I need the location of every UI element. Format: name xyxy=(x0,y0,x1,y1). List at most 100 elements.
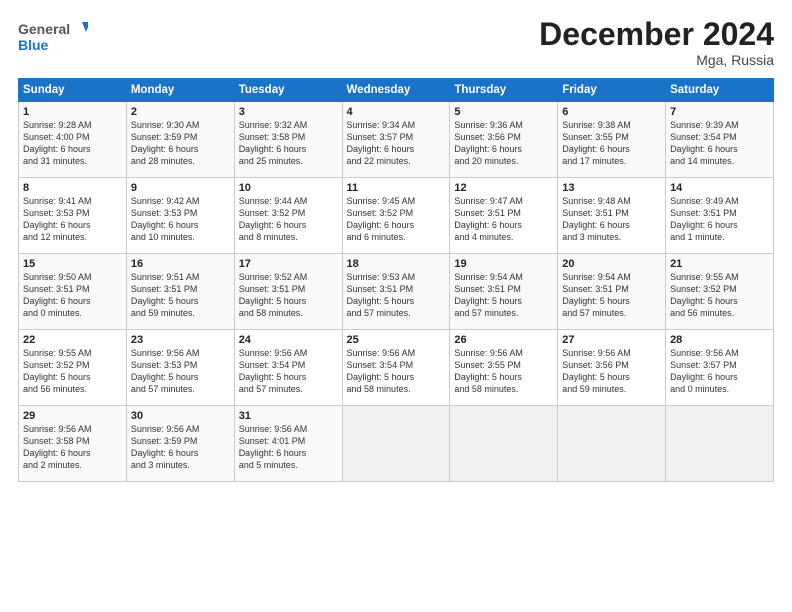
calendar-day-cell: 19Sunrise: 9:54 AM Sunset: 3:51 PM Dayli… xyxy=(450,254,558,330)
day-number: 8 xyxy=(23,182,122,194)
day-number: 2 xyxy=(131,106,230,118)
day-number: 19 xyxy=(454,258,553,270)
weekday-header-cell: Sunday xyxy=(19,79,127,102)
day-info: Sunrise: 9:56 AM Sunset: 3:57 PM Dayligh… xyxy=(670,347,769,396)
day-number: 13 xyxy=(562,182,661,194)
calendar-day-cell: 10Sunrise: 9:44 AM Sunset: 3:52 PM Dayli… xyxy=(234,178,342,254)
day-number: 24 xyxy=(239,334,338,346)
day-info: Sunrise: 9:56 AM Sunset: 3:54 PM Dayligh… xyxy=(239,347,338,396)
day-number: 28 xyxy=(670,334,769,346)
calendar-day-cell: 30Sunrise: 9:56 AM Sunset: 3:59 PM Dayli… xyxy=(126,406,234,482)
calendar-day-cell xyxy=(342,406,450,482)
day-info: Sunrise: 9:44 AM Sunset: 3:52 PM Dayligh… xyxy=(239,195,338,244)
calendar-week-row: 22Sunrise: 9:55 AM Sunset: 3:52 PM Dayli… xyxy=(19,330,774,406)
weekday-header-cell: Tuesday xyxy=(234,79,342,102)
day-number: 14 xyxy=(670,182,769,194)
day-number: 21 xyxy=(670,258,769,270)
day-info: Sunrise: 9:52 AM Sunset: 3:51 PM Dayligh… xyxy=(239,271,338,320)
day-info: Sunrise: 9:32 AM Sunset: 3:58 PM Dayligh… xyxy=(239,119,338,168)
day-info: Sunrise: 9:36 AM Sunset: 3:56 PM Dayligh… xyxy=(454,119,553,168)
calendar-day-cell: 23Sunrise: 9:56 AM Sunset: 3:53 PM Dayli… xyxy=(126,330,234,406)
day-number: 5 xyxy=(454,106,553,118)
day-number: 26 xyxy=(454,334,553,346)
day-info: Sunrise: 9:56 AM Sunset: 3:59 PM Dayligh… xyxy=(131,423,230,472)
day-info: Sunrise: 9:48 AM Sunset: 3:51 PM Dayligh… xyxy=(562,195,661,244)
day-info: Sunrise: 9:56 AM Sunset: 3:53 PM Dayligh… xyxy=(131,347,230,396)
calendar-day-cell: 21Sunrise: 9:55 AM Sunset: 3:52 PM Dayli… xyxy=(666,254,774,330)
svg-text:Blue: Blue xyxy=(18,37,49,53)
day-number: 23 xyxy=(131,334,230,346)
calendar-day-cell: 2Sunrise: 9:30 AM Sunset: 3:59 PM Daylig… xyxy=(126,102,234,178)
calendar-day-cell: 27Sunrise: 9:56 AM Sunset: 3:56 PM Dayli… xyxy=(558,330,666,406)
day-number: 10 xyxy=(239,182,338,194)
calendar-day-cell: 3Sunrise: 9:32 AM Sunset: 3:58 PM Daylig… xyxy=(234,102,342,178)
day-number: 20 xyxy=(562,258,661,270)
weekday-header-row: SundayMondayTuesdayWednesdayThursdayFrid… xyxy=(19,79,774,102)
calendar-day-cell: 25Sunrise: 9:56 AM Sunset: 3:54 PM Dayli… xyxy=(342,330,450,406)
day-number: 17 xyxy=(239,258,338,270)
logo: General Blue xyxy=(18,18,88,56)
calendar-week-row: 29Sunrise: 9:56 AM Sunset: 3:58 PM Dayli… xyxy=(19,406,774,482)
day-number: 27 xyxy=(562,334,661,346)
day-info: Sunrise: 9:30 AM Sunset: 3:59 PM Dayligh… xyxy=(131,119,230,168)
day-info: Sunrise: 9:54 AM Sunset: 3:51 PM Dayligh… xyxy=(454,271,553,320)
day-number: 4 xyxy=(347,106,446,118)
calendar-day-cell: 9Sunrise: 9:42 AM Sunset: 3:53 PM Daylig… xyxy=(126,178,234,254)
calendar-day-cell: 11Sunrise: 9:45 AM Sunset: 3:52 PM Dayli… xyxy=(342,178,450,254)
day-info: Sunrise: 9:28 AM Sunset: 4:00 PM Dayligh… xyxy=(23,119,122,168)
day-info: Sunrise: 9:54 AM Sunset: 3:51 PM Dayligh… xyxy=(562,271,661,320)
calendar-table: SundayMondayTuesdayWednesdayThursdayFrid… xyxy=(18,78,774,482)
day-number: 15 xyxy=(23,258,122,270)
day-number: 7 xyxy=(670,106,769,118)
day-number: 11 xyxy=(347,182,446,194)
calendar-week-row: 15Sunrise: 9:50 AM Sunset: 3:51 PM Dayli… xyxy=(19,254,774,330)
day-number: 22 xyxy=(23,334,122,346)
day-info: Sunrise: 9:56 AM Sunset: 4:01 PM Dayligh… xyxy=(239,423,338,472)
day-number: 18 xyxy=(347,258,446,270)
calendar-day-cell xyxy=(450,406,558,482)
day-info: Sunrise: 9:47 AM Sunset: 3:51 PM Dayligh… xyxy=(454,195,553,244)
header: General Blue December 2024 Mga, Russia xyxy=(18,18,774,68)
day-number: 16 xyxy=(131,258,230,270)
calendar-page: General Blue December 2024 Mga, Russia S… xyxy=(0,0,792,612)
weekday-header-cell: Wednesday xyxy=(342,79,450,102)
calendar-week-row: 8Sunrise: 9:41 AM Sunset: 3:53 PM Daylig… xyxy=(19,178,774,254)
day-info: Sunrise: 9:56 AM Sunset: 3:55 PM Dayligh… xyxy=(454,347,553,396)
day-number: 1 xyxy=(23,106,122,118)
title-area: December 2024 Mga, Russia xyxy=(539,18,774,68)
day-info: Sunrise: 9:45 AM Sunset: 3:52 PM Dayligh… xyxy=(347,195,446,244)
day-info: Sunrise: 9:55 AM Sunset: 3:52 PM Dayligh… xyxy=(23,347,122,396)
calendar-day-cell: 15Sunrise: 9:50 AM Sunset: 3:51 PM Dayli… xyxy=(19,254,127,330)
logo-svg: General Blue xyxy=(18,18,88,56)
day-info: Sunrise: 9:39 AM Sunset: 3:54 PM Dayligh… xyxy=(670,119,769,168)
day-number: 25 xyxy=(347,334,446,346)
day-number: 30 xyxy=(131,410,230,422)
day-number: 29 xyxy=(23,410,122,422)
day-info: Sunrise: 9:38 AM Sunset: 3:55 PM Dayligh… xyxy=(562,119,661,168)
calendar-day-cell xyxy=(558,406,666,482)
day-number: 3 xyxy=(239,106,338,118)
calendar-day-cell: 31Sunrise: 9:56 AM Sunset: 4:01 PM Dayli… xyxy=(234,406,342,482)
calendar-day-cell: 12Sunrise: 9:47 AM Sunset: 3:51 PM Dayli… xyxy=(450,178,558,254)
calendar-day-cell: 18Sunrise: 9:53 AM Sunset: 3:51 PM Dayli… xyxy=(342,254,450,330)
weekday-header-cell: Thursday xyxy=(450,79,558,102)
calendar-day-cell: 7Sunrise: 9:39 AM Sunset: 3:54 PM Daylig… xyxy=(666,102,774,178)
calendar-day-cell: 28Sunrise: 9:56 AM Sunset: 3:57 PM Dayli… xyxy=(666,330,774,406)
month-title: December 2024 xyxy=(539,18,774,50)
calendar-day-cell: 5Sunrise: 9:36 AM Sunset: 3:56 PM Daylig… xyxy=(450,102,558,178)
svg-text:General: General xyxy=(18,21,70,37)
calendar-day-cell: 22Sunrise: 9:55 AM Sunset: 3:52 PM Dayli… xyxy=(19,330,127,406)
calendar-day-cell: 8Sunrise: 9:41 AM Sunset: 3:53 PM Daylig… xyxy=(19,178,127,254)
calendar-day-cell: 14Sunrise: 9:49 AM Sunset: 3:51 PM Dayli… xyxy=(666,178,774,254)
calendar-body: 1Sunrise: 9:28 AM Sunset: 4:00 PM Daylig… xyxy=(19,102,774,482)
day-info: Sunrise: 9:42 AM Sunset: 3:53 PM Dayligh… xyxy=(131,195,230,244)
day-info: Sunrise: 9:53 AM Sunset: 3:51 PM Dayligh… xyxy=(347,271,446,320)
calendar-day-cell: 29Sunrise: 9:56 AM Sunset: 3:58 PM Dayli… xyxy=(19,406,127,482)
location: Mga, Russia xyxy=(539,52,774,68)
weekday-header-cell: Monday xyxy=(126,79,234,102)
calendar-day-cell: 16Sunrise: 9:51 AM Sunset: 3:51 PM Dayli… xyxy=(126,254,234,330)
day-info: Sunrise: 9:56 AM Sunset: 3:58 PM Dayligh… xyxy=(23,423,122,472)
day-number: 9 xyxy=(131,182,230,194)
calendar-day-cell: 26Sunrise: 9:56 AM Sunset: 3:55 PM Dayli… xyxy=(450,330,558,406)
calendar-day-cell: 24Sunrise: 9:56 AM Sunset: 3:54 PM Dayli… xyxy=(234,330,342,406)
